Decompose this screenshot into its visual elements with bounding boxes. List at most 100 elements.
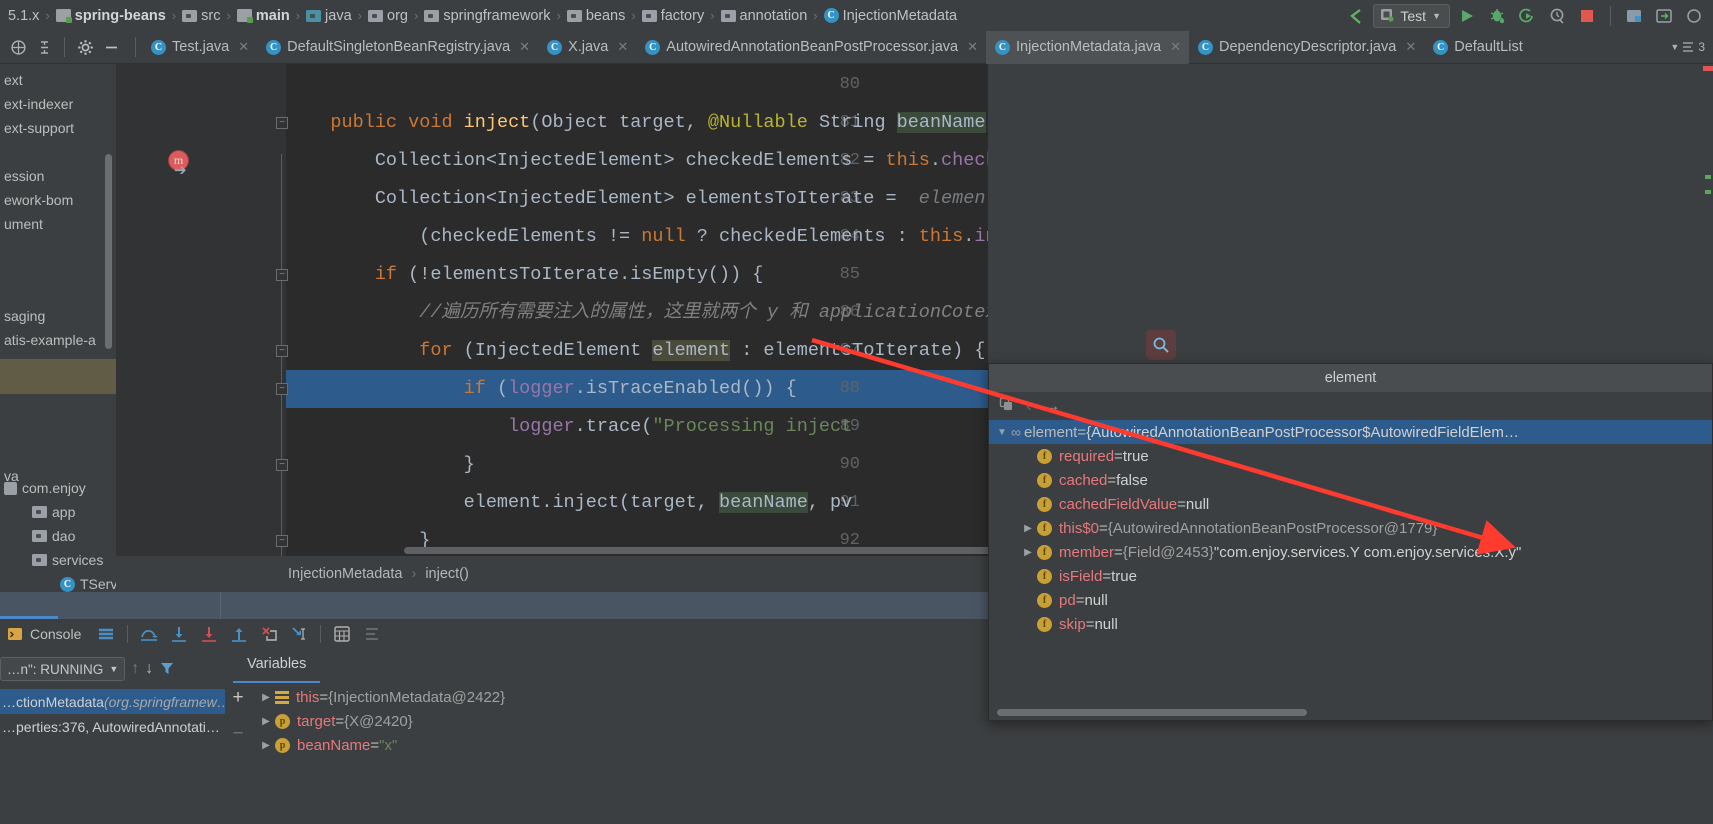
layout-settings-icon[interactable] (357, 620, 387, 648)
stack-frame-row[interactable]: …ctionMetadata (org.springframew… (0, 689, 231, 714)
code-editor[interactable]: 8081−82838485−8687−88−8990−9192−93 publi… (116, 64, 988, 556)
filter-icon[interactable] (159, 660, 175, 679)
project-tree-item[interactable]: ession (2, 164, 44, 188)
project-scrollbar[interactable] (105, 154, 112, 349)
breadcrumb-item[interactable]: C InjectionMetadata (822, 8, 959, 24)
project-tree-item[interactable]: ext (2, 68, 23, 92)
step-out-icon[interactable] (224, 620, 254, 648)
variable-row[interactable]: ▶ f member = {Field@2453} "com.enjoy.servi… (989, 540, 1712, 564)
chevron-down-icon[interactable]: ▼ (1432, 11, 1441, 21)
frames-panel[interactable]: …n": RUNNING ▼ ↑ ↓ …ctionMetadata (org.s… (0, 649, 231, 824)
variable-row[interactable]: ▶ this = {InjectionMetadata@2422} (251, 685, 988, 709)
profiler-icon[interactable] (1544, 4, 1570, 28)
code-line[interactable]: } (286, 446, 475, 484)
breadcrumb-item[interactable]: main (235, 8, 292, 24)
breadcrumb-item[interactable]: src (180, 8, 222, 24)
variables-tree[interactable]: ▶ this = {InjectionMetadata@2422} ▶ p target… (251, 683, 988, 824)
variable-row[interactable]: f isField = true (989, 564, 1712, 588)
stack-frame-row[interactable]: …perties:376, AutowiredAnnotati… (0, 714, 225, 739)
editor-tab[interactable]: C X.java ✕ (538, 31, 636, 64)
debug-icon[interactable] (1484, 4, 1510, 28)
close-icon[interactable]: ✕ (617, 39, 628, 55)
breadcrumb-item[interactable]: factory (640, 8, 707, 24)
code-line[interactable]: Collection<InjectedElement> elementsToIt… (286, 180, 988, 218)
tab-overflow-indicator[interactable]: ▼ 3 (1670, 40, 1713, 54)
chevron-down-icon[interactable]: ▼ (109, 664, 118, 674)
run-coverage-icon[interactable] (1514, 4, 1540, 28)
thread-selector[interactable]: …n": RUNNING ▼ (0, 657, 126, 681)
frame-up-icon[interactable]: ↑ (131, 660, 139, 678)
project-tree-item[interactable]: ext-indexer (2, 92, 73, 116)
project-tool-window[interactable]: ext ext-indexer ext-support ession ework-bom… (0, 64, 116, 592)
variable-row[interactable]: f pd = null (989, 588, 1712, 612)
project-tree-item[interactable]: atis-example-a (2, 328, 96, 352)
copy-value-icon[interactable] (999, 397, 1014, 416)
step-into-icon[interactable] (164, 620, 194, 648)
editor-tab[interactable]: C Test.java ✕ (142, 31, 257, 64)
code-text[interactable]: public void inject(Object target, @Nulla… (116, 64, 988, 556)
breadcrumb-item[interactable]: java (304, 8, 354, 24)
stop-icon[interactable] (1574, 4, 1600, 28)
inspect-value-popup[interactable]: element ‹ → View ▼∞element = {AutowiredA… (988, 363, 1713, 721)
run-to-cursor-icon[interactable] (284, 620, 314, 648)
forward-icon[interactable]: → (1044, 396, 1061, 416)
debug-tool-window-tabstrip[interactable] (0, 592, 988, 619)
expand-all-icon[interactable] (6, 35, 30, 59)
project-tree-item[interactable]: com.enjoy (2, 476, 86, 500)
breadcrumb-item[interactable]: 5.1.x (2, 8, 41, 24)
chevron-right-icon[interactable]: ▶ (257, 716, 275, 727)
chevron-right-icon[interactable]: ▶ (257, 740, 275, 751)
breadcrumb-class[interactable]: InjectionMetadata (288, 566, 402, 582)
variable-row[interactable]: f required = true (989, 444, 1712, 468)
editor-tab[interactable]: C DefaultSingletonBeanRegistry.java ✕ (257, 31, 538, 64)
frame-down-icon[interactable]: ↓ (145, 660, 153, 678)
code-line[interactable]: public void inject(Object target, @Nulla… (286, 104, 988, 142)
project-tree-item[interactable]: app (16, 500, 75, 524)
chevron-right-icon[interactable]: ▶ (1019, 547, 1037, 558)
code-line[interactable]: Collection<InjectedElement> checkedEleme… (286, 142, 988, 180)
variable-row[interactable]: ▶ p target = {X@2420} (251, 709, 988, 733)
settings-gear-icon[interactable] (73, 35, 97, 59)
show-execution-point-icon[interactable] (91, 620, 121, 648)
editor-tab[interactable]: C DependencyDescriptor.java ✕ (1189, 31, 1424, 64)
editor-tab[interactable]: C DefaultList (1424, 31, 1531, 64)
project-tree-item[interactable]: saging (2, 304, 45, 328)
breadcrumb-item[interactable]: beans (565, 8, 628, 24)
project-tree-item[interactable]: ework-bom (2, 188, 73, 212)
variable-row[interactable]: ▶ p beanName = "x" (251, 733, 988, 757)
search-everywhere-icon[interactable] (1651, 4, 1677, 28)
code-line[interactable]: for (InjectedElement element : elementsT… (286, 332, 988, 370)
close-icon[interactable]: ✕ (519, 39, 530, 55)
more-actions-icon[interactable] (1681, 4, 1707, 28)
editor-breadcrumb[interactable]: InjectionMetadata › inject() (116, 556, 988, 592)
hide-tool-window-icon[interactable] (99, 35, 123, 59)
evaluate-expression-icon[interactable] (327, 620, 357, 648)
project-tree-item[interactable]: dao (16, 524, 75, 548)
code-line[interactable]: if (logger.isTraceEnabled()) { (286, 370, 797, 408)
code-line[interactable]: if (!elementsToIterate.isEmpty()) { (286, 256, 764, 294)
code-line[interactable]: //遍历所有需要注入的属性，这里就两个 y 和 applicationCotex… (286, 294, 988, 332)
chevron-down-icon[interactable]: ▼ (993, 427, 1011, 438)
project-tree-item[interactable]: ument (2, 212, 43, 236)
breadcrumb-method[interactable]: inject() (425, 566, 469, 582)
tab-variables[interactable]: Variables (233, 649, 321, 683)
chevron-right-icon[interactable]: ▶ (1019, 523, 1037, 534)
code-line[interactable]: logger.trace("Processing inject (286, 408, 852, 446)
breadcrumb-item[interactable]: annotation (719, 8, 810, 24)
variable-row[interactable]: ▼ ∞ element = {AutowiredAnnotationBeanPost… (989, 420, 1712, 444)
chevron-right-icon[interactable]: ▶ (257, 692, 275, 703)
variable-row[interactable]: f cachedFieldValue = null (989, 492, 1712, 516)
variable-row[interactable]: f skip = null (989, 612, 1712, 636)
close-icon[interactable]: ✕ (1170, 39, 1181, 55)
breadcrumb-item[interactable]: org (366, 8, 410, 24)
editor-tab[interactable]: C InjectionMetadata.java ✕ (985, 30, 1189, 64)
breadcrumb-item[interactable]: springframework (422, 8, 552, 24)
editor-tab[interactable]: C AutowiredAnnotationBeanPostProcessor.ja… (636, 31, 986, 64)
project-tree-item[interactable]: services (16, 548, 103, 572)
console-tab-label[interactable]: Console (30, 626, 81, 642)
project-tree-item[interactable]: ext-support (2, 116, 74, 140)
project-tree-item[interactable]: C TService (30, 572, 116, 592)
warning-stripe-marker[interactable] (1705, 175, 1711, 179)
breadcrumb-item[interactable]: spring-beans (54, 8, 168, 24)
add-watch-icon[interactable]: + (232, 687, 243, 709)
